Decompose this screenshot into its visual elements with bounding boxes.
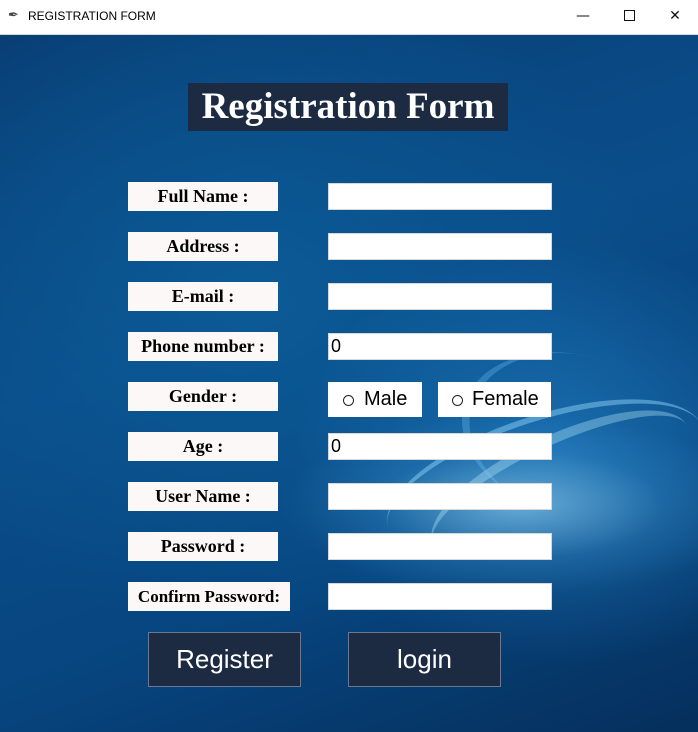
- phone-input[interactable]: 0: [328, 333, 552, 360]
- gender-female-label: Female: [472, 388, 539, 410]
- close-button[interactable]: ✕: [652, 0, 698, 34]
- email-label: E-mail :: [128, 282, 278, 311]
- gender-male-radio[interactable]: Male: [328, 382, 422, 417]
- gender-female-radio[interactable]: Female: [438, 382, 551, 417]
- minimize-button[interactable]: —: [560, 0, 606, 34]
- form-heading: Registration Form: [188, 83, 508, 131]
- window-title: REGISTRATION FORM: [28, 9, 156, 23]
- form-canvas: Registration Form Full Name : Address : …: [0, 35, 698, 732]
- gender-male-label: Male: [364, 388, 408, 410]
- phone-label: Phone number :: [128, 332, 278, 361]
- password-input[interactable]: [328, 533, 552, 560]
- maximize-button[interactable]: [606, 0, 652, 34]
- feather-icon: ✒: [8, 8, 19, 23]
- full-name-label: Full Name :: [128, 182, 278, 211]
- email-input[interactable]: [328, 283, 552, 310]
- gender-label: Gender :: [128, 382, 278, 411]
- full-name-input[interactable]: [328, 183, 552, 210]
- age-input[interactable]: 0: [328, 433, 552, 460]
- confirm-password-input[interactable]: [328, 583, 552, 610]
- radio-circle-icon: [343, 395, 354, 406]
- login-button[interactable]: login: [348, 632, 501, 687]
- radio-circle-icon: [452, 395, 463, 406]
- maximize-icon: [623, 9, 635, 21]
- confirm-password-label: Confirm Password:: [128, 582, 290, 611]
- username-label: User Name :: [128, 482, 278, 511]
- register-button[interactable]: Register: [148, 632, 301, 687]
- title-bar: ✒ REGISTRATION FORM — ✕: [0, 0, 698, 35]
- username-input[interactable]: [328, 483, 552, 510]
- address-input[interactable]: [328, 233, 552, 260]
- address-label: Address :: [128, 232, 278, 261]
- password-label: Password :: [128, 532, 278, 561]
- age-label: Age :: [128, 432, 278, 461]
